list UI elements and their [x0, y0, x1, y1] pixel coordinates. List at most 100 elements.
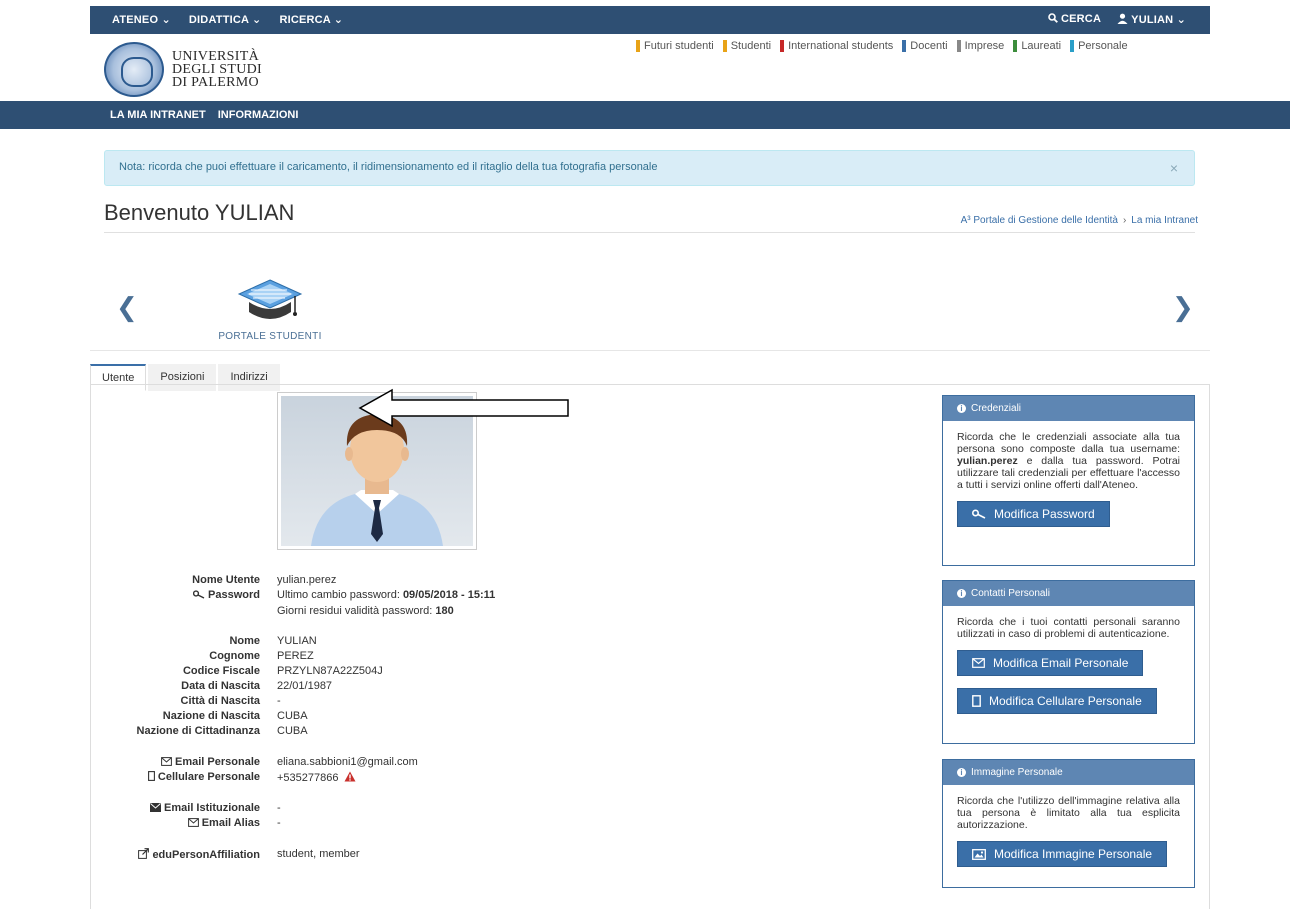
field-value-email-istituzionale: -: [277, 802, 281, 814]
audience-color-swatch: [956, 40, 961, 52]
info-icon: i: [957, 404, 966, 413]
panel-credenziali-title: Credenziali: [971, 403, 1022, 414]
audience-international-students[interactable]: International students: [780, 40, 893, 52]
university-name: UNIVERSITÀ DEGLI STUDI DI PALERMO: [172, 50, 262, 90]
field-value-cittadinanza: CUBA: [277, 725, 308, 737]
password-change-prefix: Ultimo cambio password:: [277, 589, 403, 601]
contatti-text: Ricorda che i tuoi contatti personali sa…: [957, 616, 1180, 640]
panel-contatti-title: Contatti Personali: [971, 588, 1050, 599]
audience-label: Personale: [1078, 40, 1128, 52]
audience-label: Futuri studenti: [644, 40, 714, 52]
field-value-password-change: Ultimo cambio password: 09/05/2018 - 15:…: [277, 589, 495, 601]
audience-laureati[interactable]: Laureati: [1013, 40, 1061, 52]
mobile-phone-icon: [147, 771, 155, 781]
audience-personale[interactable]: Personale: [1070, 40, 1128, 52]
intranet-navbar: LA MIA INTRANET INFORMAZIONI: [0, 101, 1290, 129]
audience-studenti[interactable]: Studenti: [722, 40, 772, 52]
user-menu[interactable]: YULIAN ⌄: [1117, 13, 1186, 26]
cellulare-number: +535277866: [277, 772, 339, 784]
field-value-data-nascita: 22/01/1987: [277, 680, 333, 692]
field-label-affiliation: eduPersonAffiliation: [90, 848, 260, 861]
audience-label: International students: [788, 40, 894, 52]
audience-color-swatch: [902, 40, 907, 52]
breadcrumb-intranet[interactable]: La mia Intranet: [1131, 215, 1198, 226]
audience-imprese[interactable]: Imprese: [956, 40, 1004, 52]
carousel-next-icon[interactable]: ❯: [1172, 292, 1194, 323]
panel-immagine-header: i Immagine Personale: [943, 760, 1194, 785]
nav-la-mia-intranet[interactable]: LA MIA INTRANET: [110, 109, 206, 121]
nav-ateneo[interactable]: ATENEO ⌄: [112, 13, 171, 26]
field-value-nome: YULIAN: [277, 635, 317, 647]
close-icon[interactable]: ×: [1170, 160, 1178, 176]
audience-links: Futuri studenti Studenti International s…: [636, 40, 1128, 52]
field-value-cognome: PEREZ: [277, 650, 314, 662]
envelope-icon: [187, 818, 199, 827]
audience-color-swatch: [1070, 40, 1075, 52]
picture-icon: [972, 848, 986, 860]
audience-color-swatch: [780, 40, 785, 52]
email-alias-label-text: Email Alias: [201, 817, 260, 829]
info-icon: i: [957, 768, 966, 777]
audience-label: Docenti: [910, 40, 948, 52]
nav-ricerca[interactable]: RICERCA ⌄: [279, 13, 343, 26]
search-label: CERCA: [1060, 13, 1102, 25]
password-days-prefix: Giorni residui validità password:: [277, 605, 436, 617]
panel-contatti-header: i Contatti Personali: [943, 581, 1194, 606]
modifica-cellulare-label: Modifica Cellulare Personale: [989, 694, 1142, 708]
field-value-citta-nascita: -: [277, 695, 281, 707]
field-value-codice-fiscale: PRZYLN87A22Z504J: [277, 665, 383, 677]
page-title: Benvenuto YULIAN: [104, 200, 295, 225]
password-change-date: 09/05/2018 - 15:11: [402, 589, 496, 601]
university-logo[interactable]: UNIVERSITÀ DEGLI STUDI DI PALERMO: [104, 42, 262, 97]
modifica-password-label: Modifica Password: [994, 507, 1095, 521]
field-value-affiliation: student, member: [277, 848, 360, 860]
field-value-nazione-nascita: CUBA: [277, 710, 308, 722]
annotation-arrow-icon: [358, 388, 569, 428]
panel-contatti-personali: i Contatti Personali Ricorda che i tuoi c…: [942, 580, 1195, 744]
info-icon: i: [957, 589, 966, 598]
field-label-password: Password: [90, 589, 260, 601]
panel-credenziali-header: i Credenziali: [943, 396, 1194, 421]
audience-futuri-studenti[interactable]: Futuri studenti: [636, 40, 714, 52]
user-icon: [1117, 13, 1128, 24]
audience-label: Laureati: [1021, 40, 1062, 52]
modifica-password-button[interactable]: Modifica Password: [957, 501, 1110, 527]
field-label-cognome: Cognome: [209, 650, 260, 662]
panel-immagine-personale: i Immagine Personale Ricorda che l'utiliz…: [942, 759, 1195, 888]
field-label-nazione-nascita: Nazione di Nascita: [162, 710, 260, 722]
modifica-email-label: Modifica Email Personale: [993, 656, 1129, 670]
mobile-phone-icon: [972, 695, 981, 707]
nav-informazioni[interactable]: INFORMAZIONI: [218, 109, 299, 121]
university-seal-icon: [104, 42, 164, 97]
warning-icon: [344, 771, 356, 782]
breadcrumb-separator: ›: [1122, 215, 1127, 226]
field-value-username: yulian.perez: [277, 574, 337, 586]
portale-studenti-link[interactable]: PORTALE STUDENTI: [205, 276, 335, 342]
field-label-username: Nome Utente: [192, 574, 260, 586]
search-link[interactable]: CERCA: [1047, 13, 1102, 26]
info-notice: Nota: ricorda che puoi effettuare il car…: [104, 150, 1195, 186]
audience-docenti[interactable]: Docenti: [902, 40, 948, 52]
modifica-email-personale-button[interactable]: Modifica Email Personale: [957, 650, 1144, 676]
envelope-icon: [972, 658, 985, 668]
field-label-cittadinanza: Nazione di Cittadinanza: [136, 725, 260, 737]
panel-contatti-body: Ricorda che i tuoi contatti personali sa…: [943, 606, 1194, 724]
field-label-email-alias: Email Alias: [90, 817, 260, 829]
university-name-line3: DI PALERMO: [172, 75, 259, 90]
carousel-prev-icon[interactable]: ❮: [116, 292, 138, 323]
credenziali-text-a: Ricorda che le credenziali associate all…: [957, 431, 1180, 455]
nav-didattica[interactable]: DIDATTICA ⌄: [189, 13, 262, 26]
password-label-text: Password: [208, 589, 260, 601]
modifica-immagine-personale-button[interactable]: Modifica Immagine Personale: [957, 841, 1168, 867]
key-icon: [192, 590, 205, 599]
email-istituzionale-label-text: Email Istituzionale: [164, 802, 260, 814]
audience-label: Studenti: [730, 40, 772, 52]
cellulare-label-text: Cellulare Personale: [157, 771, 260, 783]
immagine-text: Ricorda che l'utilizzo dell'immagine rel…: [957, 795, 1180, 831]
field-value-email-personale: eliana.sabbioni1@gmail.com: [277, 756, 418, 768]
field-value-email-alias: -: [277, 817, 281, 829]
modifica-immagine-label: Modifica Immagine Personale: [994, 847, 1153, 861]
audience-color-swatch: [1013, 40, 1018, 52]
modifica-cellulare-personale-button[interactable]: Modifica Cellulare Personale: [957, 688, 1157, 714]
breadcrumb-portal[interactable]: A³ Portale di Gestione delle Identità: [961, 215, 1118, 226]
